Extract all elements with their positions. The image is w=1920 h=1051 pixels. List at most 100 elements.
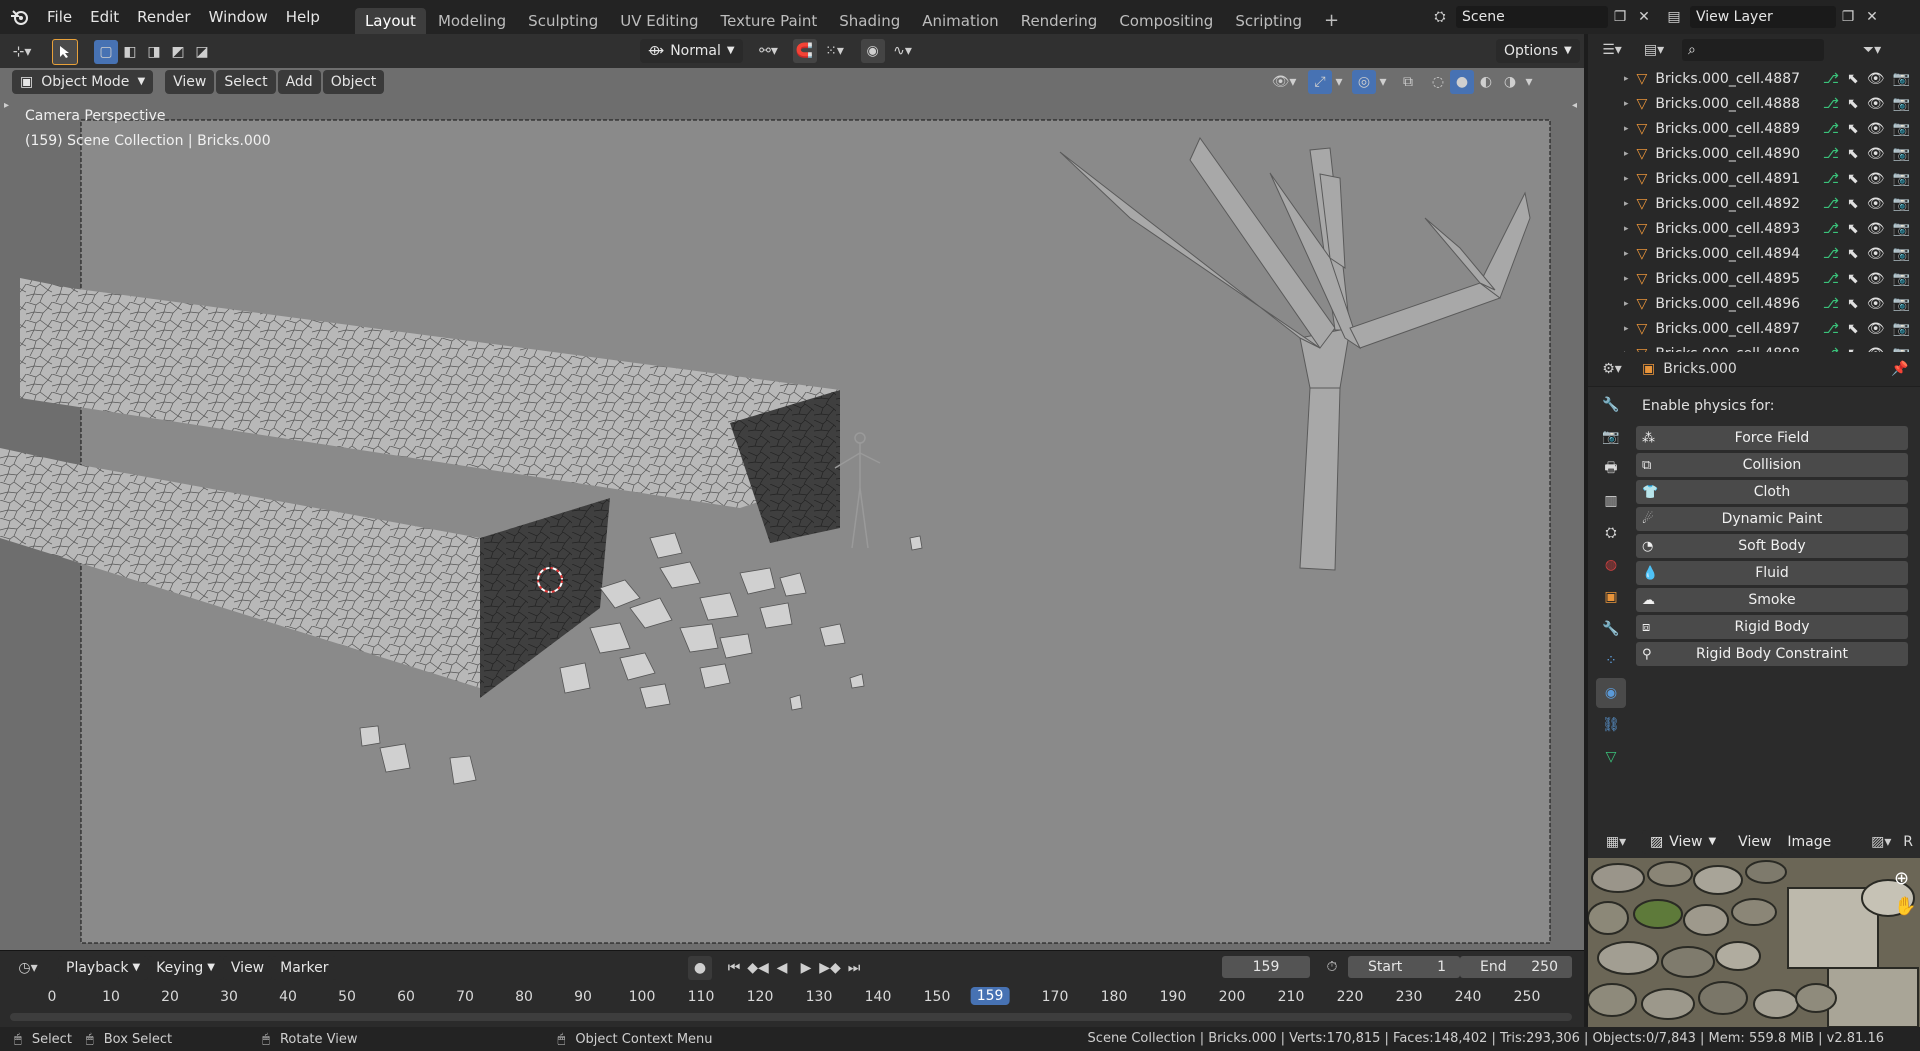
material-shading-icon[interactable]: ◐ xyxy=(1474,70,1498,94)
jump-end-icon[interactable]: ⏭ xyxy=(842,956,866,980)
viewport-menu-view[interactable]: View xyxy=(165,70,215,94)
viewport-menu-select[interactable]: Select xyxy=(216,70,276,94)
eye-icon[interactable]: 👁 xyxy=(1867,246,1885,262)
expand-arrow-icon[interactable]: ▸ xyxy=(1624,299,1629,309)
eye-icon[interactable]: 👁 xyxy=(1867,121,1885,137)
rigid-body-constraint-button[interactable]: ⚲ Rigid Body Constraint xyxy=(1636,642,1908,666)
outliner-row[interactable]: ▸ ▽ Bricks.000_cell.4889 ⎇ ⬉ 👁 📷 xyxy=(1588,116,1920,141)
modifier-icon[interactable]: ⎇ xyxy=(1823,146,1839,162)
view-mode-dropdown[interactable]: ▨ View ▼ xyxy=(1642,830,1725,854)
falloff-icon[interactable]: ∿▾ xyxy=(885,39,921,63)
menu-edit[interactable]: Edit xyxy=(81,0,128,34)
stone-wall-image[interactable] xyxy=(1588,858,1920,1027)
3d-viewport[interactable]: Camera Perspective (159) Scene Collectio… xyxy=(0,68,1584,950)
constraints-tab-icon[interactable]: ⛓ xyxy=(1596,710,1626,740)
outliner-row[interactable]: ▸ ▽ Bricks.000_cell.4896 ⎇ ⬉ 👁 📷 xyxy=(1588,291,1920,316)
new-scene-icon[interactable]: ❐ xyxy=(1608,5,1632,29)
selectable-arrow-icon[interactable]: ⬉ xyxy=(1847,296,1859,312)
expand-arrow-icon[interactable]: ▸ xyxy=(1624,74,1629,84)
chevron-down-icon[interactable]: ▾ xyxy=(1332,70,1346,94)
modifier-icon[interactable]: ⎇ xyxy=(1823,271,1839,287)
eye-icon[interactable]: 👁 xyxy=(1867,221,1885,237)
outliner-row[interactable]: ▸ ▽ Bricks.000_cell.4897 ⎇ ⬉ 👁 📷 xyxy=(1588,316,1920,341)
eye-icon[interactable]: 👁 xyxy=(1867,321,1885,337)
selectable-arrow-icon[interactable]: ⬉ xyxy=(1847,121,1859,137)
outliner-row[interactable]: ▸ ▽ Bricks.000_cell.4891 ⎇ ⬉ 👁 📷 xyxy=(1588,166,1920,191)
outliner-row[interactable]: ▸ ▽ Bricks.000_cell.4895 ⎇ ⬉ 👁 📷 xyxy=(1588,266,1920,291)
mode-invert-icon[interactable]: ◩ xyxy=(166,40,190,64)
timeline-editor-type-icon[interactable]: ◷▾ xyxy=(10,956,46,980)
camera-icon[interactable]: 📷 xyxy=(1893,271,1910,287)
outliner-editor-type-icon[interactable]: ☰▾ xyxy=(1594,38,1630,62)
expand-arrow-icon[interactable]: ▸ xyxy=(1624,249,1629,259)
collision-button[interactable]: ⧉ Collision xyxy=(1636,453,1908,477)
modifier-icon[interactable]: ⎇ xyxy=(1823,246,1839,262)
workspace-tab-modeling[interactable]: Modeling xyxy=(428,8,516,34)
cloth-button[interactable]: 👕 Cloth xyxy=(1636,480,1908,504)
delete-view-layer-icon[interactable]: ✕ xyxy=(1860,5,1884,29)
eye-icon[interactable]: 👁 xyxy=(1867,146,1885,162)
pivot-point-icon[interactable]: ⚯▾ xyxy=(751,39,787,63)
selectable-arrow-icon[interactable]: ⬉ xyxy=(1847,221,1859,237)
data-tab-icon[interactable]: ▽ xyxy=(1596,742,1626,772)
blender-logo-icon[interactable] xyxy=(8,5,32,29)
sidebar-expand-icon[interactable]: ◂ xyxy=(1572,100,1577,111)
properties-editor-type-icon[interactable]: ⚙▾ xyxy=(1594,357,1630,381)
eye-icon[interactable]: 👁 xyxy=(1867,96,1885,112)
modifier-icon[interactable]: ⎇ xyxy=(1823,221,1839,237)
soft-body-button[interactable]: ◔ Soft Body xyxy=(1636,534,1908,558)
expand-arrow-icon[interactable]: ▸ xyxy=(1624,149,1629,159)
timeline-menu-playback[interactable]: Playback ▼ xyxy=(58,956,149,980)
workspace-tab-compositing[interactable]: Compositing xyxy=(1109,8,1223,34)
tool-tab-icon[interactable]: 🔧 xyxy=(1596,390,1626,420)
dynamic-paint-button[interactable]: ☄ Dynamic Paint xyxy=(1636,507,1908,531)
selectable-arrow-icon[interactable]: ⬉ xyxy=(1847,246,1859,262)
camera-icon[interactable]: 📷 xyxy=(1893,221,1910,237)
smoke-button[interactable]: ☁ Smoke xyxy=(1636,588,1908,612)
transform-orientation-dropdown[interactable]: ⟴ Normal ▼ xyxy=(640,39,743,63)
outliner-row[interactable]: ▸ ▽ Bricks.000_cell.4890 ⎇ ⬉ 👁 📷 xyxy=(1588,141,1920,166)
workspace-tab-animation[interactable]: Animation xyxy=(912,8,1008,34)
expand-arrow-icon[interactable]: ▸ xyxy=(1624,199,1629,209)
scene-icon[interactable]: ⛭ xyxy=(1428,5,1452,29)
outliner-row[interactable]: ▸ ▽ Bricks.000_cell.4892 ⎇ ⬉ 👁 📷 xyxy=(1588,191,1920,216)
eye-icon[interactable]: 👁 xyxy=(1867,71,1885,87)
prev-keyframe-icon[interactable]: ◆◀ xyxy=(746,956,770,980)
force-field-button[interactable]: ⁂ Force Field xyxy=(1636,426,1908,450)
workspace-tab-shading[interactable]: Shading xyxy=(829,8,910,34)
viewport-menu-object[interactable]: Object xyxy=(322,70,385,94)
view-layer-icon[interactable]: ▤ xyxy=(1662,5,1686,29)
display-mode-icon[interactable]: ▤▾ xyxy=(1636,38,1672,62)
viewport-menu-add[interactable]: Add xyxy=(277,70,321,94)
image-menu-image[interactable]: Image xyxy=(1779,830,1840,854)
timeline-menu-marker[interactable]: Marker xyxy=(272,956,337,980)
snap-element-icon[interactable]: ⁙▾ xyxy=(817,39,853,63)
xray-toggle-icon[interactable]: ⧉ xyxy=(1396,70,1420,94)
selectable-arrow-icon[interactable]: ⬉ xyxy=(1847,146,1859,162)
select-tool-icon[interactable] xyxy=(52,39,78,65)
outliner-list[interactable]: ▸ ▽ Bricks.000_cell.4887 ⎇ ⬉ 👁 📷 ▸ ▽ Bricks.000_c… xyxy=(1588,66,1920,353)
modifier-icon[interactable]: ⎇ xyxy=(1823,321,1839,337)
mode-extend-icon[interactable]: ◧ xyxy=(118,40,142,64)
expand-arrow-icon[interactable]: ▸ xyxy=(1624,124,1629,134)
zoom-icon[interactable]: ⊕ xyxy=(1894,868,1909,889)
physics-tab-icon[interactable]: ◉ xyxy=(1596,678,1626,708)
rigid-body-button[interactable]: ⧈ Rigid Body xyxy=(1636,615,1908,639)
end-frame-field[interactable]: End 250 xyxy=(1460,956,1572,978)
eye-icon[interactable]: 👁 xyxy=(1867,196,1885,212)
visibility-eye-icon[interactable]: 👁▾ xyxy=(1266,70,1302,94)
chevron-down-icon[interactable]: ▾ xyxy=(1376,70,1390,94)
image-browse-icon[interactable]: ▨▾ xyxy=(1863,830,1899,854)
selectable-arrow-icon[interactable]: ⬉ xyxy=(1847,171,1859,187)
modifier-icon[interactable]: ⎇ xyxy=(1823,121,1839,137)
play-reverse-icon[interactable]: ◀ xyxy=(770,956,794,980)
modifier-icon[interactable]: ⎇ xyxy=(1823,296,1839,312)
workspace-tab-rendering[interactable]: Rendering xyxy=(1011,8,1108,34)
pin-icon[interactable]: 📌 xyxy=(1888,357,1912,381)
selectable-arrow-icon[interactable]: ⬉ xyxy=(1847,321,1859,337)
workspace-tab-layout[interactable]: Layout xyxy=(354,8,426,34)
expand-arrow-icon[interactable]: ▸ xyxy=(1624,224,1629,234)
camera-icon[interactable]: 📷 xyxy=(1893,96,1910,112)
modifier-icon[interactable]: ⎇ xyxy=(1823,71,1839,87)
preview-range-icon[interactable]: ⏱ xyxy=(1320,955,1344,979)
